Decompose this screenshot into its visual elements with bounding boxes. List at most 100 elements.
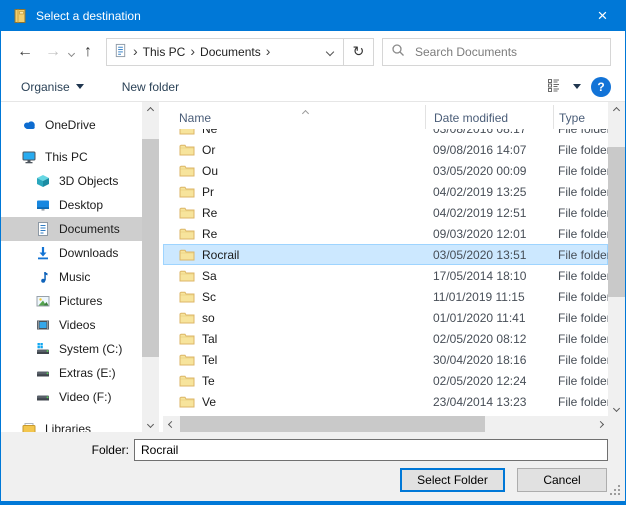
desktop-icon [35, 197, 51, 213]
folder-row[interactable]: Tel 30/04/2020 18:16 File folder [163, 349, 608, 370]
folder-name: Tal [202, 332, 217, 346]
scroll-left-icon[interactable] [163, 416, 179, 432]
new-folder-label: New folder [122, 80, 179, 94]
column-header-name[interactable]: Name [163, 111, 425, 129]
folder-row[interactable]: Sc 11/01/2019 11:15 File folder [163, 286, 608, 307]
sidebar-item-video-f[interactable]: Video (F:) [1, 385, 142, 409]
command-toolbar: Organise New folder ? [1, 72, 625, 102]
folder-icon [179, 374, 195, 387]
folder-icon [179, 290, 195, 303]
views-icon[interactable] [547, 78, 563, 95]
recent-locations-chevron-icon[interactable] [69, 45, 74, 59]
folder-icon [179, 311, 195, 324]
folder-date: 17/05/2014 18:10 [425, 269, 553, 283]
sidebar-item-downloads[interactable]: Downloads [1, 241, 142, 265]
sidebar-item-videos[interactable]: Videos [1, 313, 142, 337]
list-vscrollbar-thumb[interactable] [608, 147, 625, 297]
sidebar-item-label: Music [59, 270, 90, 284]
sidebar-item-this-pc[interactable]: This PC [1, 145, 142, 169]
breadcrumb[interactable]: › This PC › Documents › [107, 39, 343, 65]
views-dropdown-icon[interactable] [573, 84, 581, 89]
sidebar-item-label: Extras (E:) [59, 366, 116, 380]
folder-name-input[interactable] [134, 439, 608, 461]
folder-row[interactable]: Ve 23/04/2014 13:23 File folder [163, 391, 608, 412]
sidebar-item-label: OneDrive [45, 118, 96, 132]
sidebar-scrollbar-thumb[interactable] [142, 139, 159, 357]
scroll-down-icon[interactable] [142, 416, 159, 432]
sidebar-item-label: Libraries [45, 422, 91, 432]
scroll-down-icon[interactable] [608, 400, 625, 416]
list-horizontal-scrollbar[interactable] [163, 416, 608, 432]
up-icon[interactable]: ↑ [78, 44, 98, 60]
folder-name: Re [202, 227, 217, 241]
drive-icon [35, 365, 51, 381]
sidebar-item-music[interactable]: Music [1, 265, 142, 289]
scroll-up-icon[interactable] [142, 102, 159, 118]
sidebar-item-libraries[interactable]: Libraries [1, 417, 142, 432]
select-folder-button[interactable]: Select Folder [400, 468, 505, 492]
refresh-icon[interactable]: ↻ [343, 39, 373, 65]
breadcrumb-item-documents[interactable]: Documents [200, 45, 261, 59]
folder-row[interactable]: Ou 03/05/2020 00:09 File folder [163, 160, 608, 181]
help-icon[interactable]: ? [591, 77, 611, 97]
list-vertical-scrollbar[interactable] [608, 102, 625, 416]
sidebar-item-onedrive[interactable]: OneDrive [1, 113, 142, 137]
folder-date: 03/08/2016 08:17 [425, 129, 553, 136]
folder-name: Or [202, 143, 215, 157]
search-input[interactable] [413, 44, 602, 60]
folder-row[interactable]: Or 09/08/2016 14:07 File folder [163, 139, 608, 160]
folder-row[interactable]: Tal 02/05/2020 08:12 File folder [163, 328, 608, 349]
close-icon[interactable]: × [580, 1, 625, 31]
system-drive-icon [35, 341, 51, 357]
folder-row[interactable]: Pr 04/02/2019 13:25 File folder [163, 181, 608, 202]
folder-type: File folder [553, 227, 608, 241]
folder-date: 09/08/2016 14:07 [425, 143, 553, 157]
breadcrumb-separator: › [133, 44, 138, 60]
folder-row[interactable]: Re 04/02/2019 12:51 File folder [163, 202, 608, 223]
folder-date: 02/05/2020 08:12 [425, 332, 553, 346]
address-dropdown-chevron-icon[interactable] [327, 49, 337, 55]
breadcrumb-item-this-pc[interactable]: This PC [143, 45, 186, 59]
address-bar[interactable]: › This PC › Documents › ↻ [106, 38, 374, 66]
folder-row[interactable]: Ne 03/08/2016 08:17 File folder [163, 129, 608, 139]
folder-row[interactable]: Sa 17/05/2014 18:10 File folder [163, 265, 608, 286]
sidebar-item-documents[interactable]: Documents [1, 217, 142, 241]
sidebar-item-label: This PC [45, 150, 88, 164]
sidebar-item-pictures[interactable]: Pictures [1, 289, 142, 313]
folder-row-rocrail-selected[interactable]: Rocrail 03/05/2020 13:51 File folder [163, 244, 608, 265]
resize-grip[interactable] [610, 485, 621, 499]
sidebar-item-3d-objects[interactable]: 3D Objects [1, 169, 142, 193]
new-folder-button[interactable]: New folder [114, 80, 187, 94]
sidebar-item-system-c[interactable]: System (C:) [1, 337, 142, 361]
folder-row[interactable]: Re 09/03/2020 12:01 File folder [163, 223, 608, 244]
sidebar-scrollbar[interactable] [142, 102, 159, 432]
videos-icon [35, 317, 51, 333]
folder-row[interactable]: so 01/01/2020 11:41 File folder [163, 307, 608, 328]
forward-icon[interactable]: → [39, 44, 67, 60]
folder-type: File folder [553, 164, 608, 178]
folder-type: File folder [553, 129, 608, 136]
music-note-icon [35, 269, 51, 285]
sidebar-item-desktop[interactable]: Desktop [1, 193, 142, 217]
cancel-button[interactable]: Cancel [517, 468, 607, 492]
scrollbar-corner [608, 416, 625, 432]
title-bar[interactable]: Select a destination × [1, 1, 625, 31]
3d-objects-icon [35, 173, 51, 189]
onedrive-cloud-icon [21, 117, 37, 133]
scroll-right-icon[interactable] [592, 416, 608, 432]
column-header-date-modified[interactable]: Date modified [425, 105, 553, 129]
folder-row[interactable]: Te 02/05/2020 12:24 File folder [163, 370, 608, 391]
folder-date: 03/05/2020 00:09 [425, 164, 553, 178]
folder-field-label: Folder: [1, 443, 129, 457]
sidebar-item-extras-e[interactable]: Extras (E:) [1, 361, 142, 385]
documents-icon [35, 221, 51, 237]
folder-date: 04/02/2019 13:25 [425, 185, 553, 199]
folder-type: File folder [553, 332, 608, 346]
organise-button[interactable]: Organise [13, 80, 92, 94]
search-box[interactable] [382, 38, 611, 66]
column-header-type[interactable]: Type [553, 105, 608, 129]
list-hscrollbar-thumb[interactable] [180, 416, 485, 432]
folder-type: File folder [553, 248, 608, 262]
back-icon[interactable]: ← [11, 44, 39, 60]
scroll-up-icon[interactable] [608, 102, 625, 118]
